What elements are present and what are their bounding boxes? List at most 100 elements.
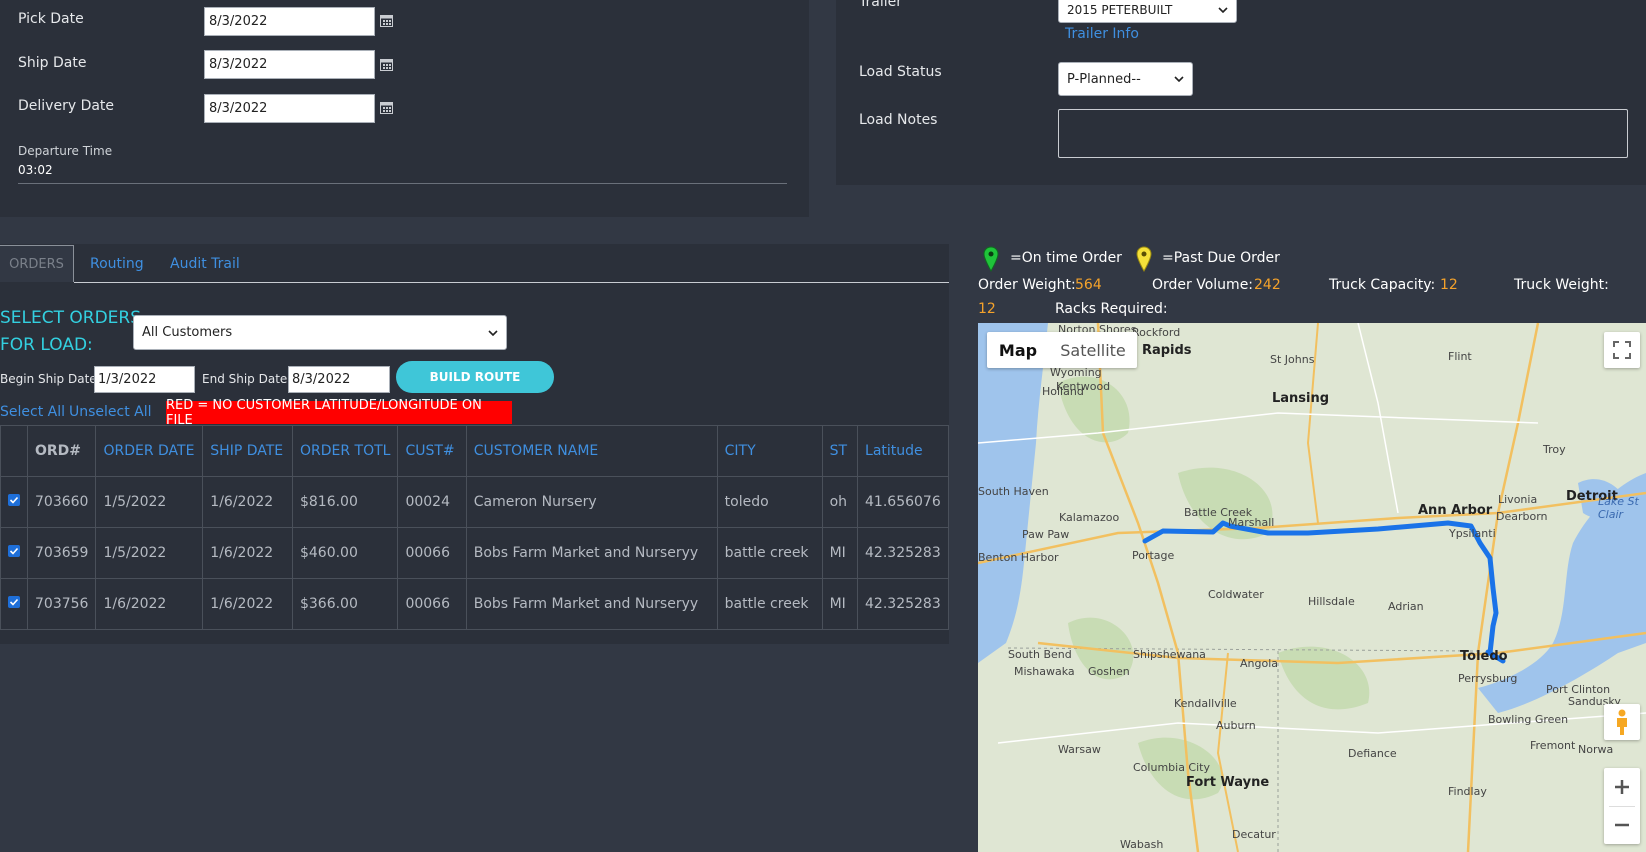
tab-audit-trail[interactable]: Audit Trail bbox=[170, 256, 240, 272]
cell-ord: 703659 bbox=[26, 527, 97, 579]
cell-st: MI bbox=[821, 527, 859, 579]
city-label: Warsaw bbox=[1058, 743, 1101, 756]
city-label: Defiance bbox=[1348, 747, 1397, 760]
city-label: Holland bbox=[1042, 385, 1084, 398]
order-weight-value: 564 bbox=[1075, 277, 1102, 293]
cell-city: battle creek bbox=[716, 527, 823, 579]
route-map[interactable]: Rockford Norton Shores Grand Rapids Wyom… bbox=[978, 323, 1646, 852]
delivery-date-label: Delivery Date bbox=[18, 98, 115, 114]
cell-ship-date: 1/6/2022 bbox=[202, 527, 293, 579]
column-header-order-total[interactable]: ORDER TOTL bbox=[291, 425, 399, 477]
begin-ship-date-input[interactable]: 1/3/2022 bbox=[94, 366, 195, 393]
tab-orders[interactable]: ORDERS bbox=[0, 245, 74, 282]
cell-ord: 703660 bbox=[26, 476, 97, 528]
cell-order-date: 1/6/2022 bbox=[95, 578, 204, 630]
table-row[interactable]: 703756 1/6/2022 1/6/2022 $366.00 00066 B… bbox=[0, 578, 949, 630]
on-time-legend: =On time Order bbox=[1010, 250, 1122, 266]
cell-order-date: 1/5/2022 bbox=[95, 527, 204, 579]
select-column-header bbox=[0, 425, 28, 477]
cell-customer-name: Bobs Farm Market and Nurseryy bbox=[465, 527, 718, 579]
ship-date-input[interactable]: 8/3/2022 bbox=[204, 50, 375, 79]
city-label: Adrian bbox=[1388, 600, 1424, 613]
column-header-st[interactable]: ST bbox=[821, 425, 859, 477]
city-label: Flint bbox=[1448, 350, 1472, 363]
calendar-icon[interactable] bbox=[380, 58, 393, 71]
departure-time-underline bbox=[18, 183, 787, 184]
unselect-all-link[interactable]: Unselect All bbox=[69, 404, 152, 420]
satellite-view-button[interactable]: Satellite bbox=[1049, 332, 1137, 368]
fullscreen-icon bbox=[1613, 341, 1631, 359]
map-type-toggle: Map Satellite bbox=[987, 332, 1137, 368]
city-label: Paw Paw bbox=[1022, 528, 1070, 541]
city-label: Lansing bbox=[1272, 391, 1330, 406]
city-label: Fort Wayne bbox=[1186, 775, 1270, 790]
load-status-label: Load Status bbox=[859, 64, 942, 80]
cell-cust: 00066 bbox=[397, 527, 467, 579]
city-label: Livonia bbox=[1498, 493, 1538, 506]
departure-time-label: Departure Time bbox=[18, 144, 113, 158]
map-view-button[interactable]: Map bbox=[987, 332, 1049, 368]
build-route-button[interactable]: BUILD ROUTE bbox=[396, 361, 554, 393]
load-status-select[interactable]: P-Planned-- bbox=[1058, 62, 1193, 96]
calendar-icon[interactable] bbox=[380, 14, 393, 27]
city-label: Fremont bbox=[1530, 739, 1576, 752]
city-label: Angola bbox=[1240, 657, 1279, 670]
cell-city: battle creek bbox=[716, 578, 823, 630]
column-header-city[interactable]: CITY bbox=[716, 425, 823, 477]
city-label: Rockford bbox=[1132, 326, 1181, 339]
column-header-order-date[interactable]: ORDER DATE bbox=[95, 425, 204, 477]
city-label: Bowling Green bbox=[1488, 713, 1569, 726]
cell-order-date: 1/5/2022 bbox=[95, 476, 204, 528]
customer-filter-select[interactable]: All Customers bbox=[133, 315, 507, 350]
calendar-icon[interactable] bbox=[380, 101, 393, 114]
order-volume-label: Order Volume: bbox=[1152, 277, 1254, 293]
select-all-link[interactable]: Select All bbox=[0, 404, 65, 420]
street-view-button[interactable] bbox=[1604, 704, 1640, 740]
yellow-pin-icon bbox=[1136, 246, 1152, 272]
table-row[interactable]: 703660 1/5/2022 1/6/2022 $816.00 00024 C… bbox=[0, 476, 949, 528]
zoom-out-button[interactable] bbox=[1614, 807, 1630, 844]
column-header-ord[interactable]: ORD# bbox=[26, 425, 97, 477]
plus-icon bbox=[1615, 780, 1629, 794]
tab-routing[interactable]: Routing bbox=[90, 256, 144, 272]
column-header-cust[interactable]: CUST# bbox=[397, 425, 467, 477]
fullscreen-button[interactable] bbox=[1604, 332, 1640, 368]
departure-time-input[interactable]: 03:02 bbox=[18, 163, 53, 177]
cell-cust: 00024 bbox=[397, 476, 467, 528]
cell-order-total: $816.00 bbox=[291, 476, 399, 528]
column-header-customer-name[interactable]: CUSTOMER NAME bbox=[465, 425, 718, 477]
city-label: Kalamazoo bbox=[1059, 511, 1120, 524]
row-select-checkbox[interactable] bbox=[0, 527, 28, 579]
pegman-icon bbox=[1617, 709, 1627, 735]
order-weight-label: Order Weight: bbox=[978, 277, 1076, 293]
pick-date-input[interactable]: 8/3/2022 bbox=[204, 7, 375, 36]
city-label: Perrysburg bbox=[1458, 672, 1518, 685]
table-header-row: ORD# ORDER DATE SHIP DATE ORDER TOTL CUS… bbox=[0, 425, 949, 477]
cell-order-total: $460.00 bbox=[291, 527, 399, 579]
delivery-date-input[interactable]: 8/3/2022 bbox=[204, 94, 375, 123]
zoom-in-button[interactable] bbox=[1614, 769, 1630, 806]
city-label: Auburn bbox=[1216, 719, 1256, 732]
row-select-checkbox[interactable] bbox=[0, 476, 28, 528]
trailer-select-value: 2015 PETERBUILT bbox=[1067, 2, 1173, 17]
trailer-info-link[interactable]: Trailer Info bbox=[1065, 26, 1139, 42]
end-ship-date-input[interactable]: 8/3/2022 bbox=[288, 366, 390, 393]
city-label: Findlay bbox=[1448, 785, 1487, 798]
city-label: Columbia City bbox=[1133, 761, 1210, 774]
column-header-ship-date[interactable]: SHIP DATE bbox=[202, 425, 293, 477]
table-row[interactable]: 703659 1/5/2022 1/6/2022 $460.00 00066 B… bbox=[0, 527, 949, 579]
missing-latlong-warning: RED = NO CUSTOMER LATITUDE/LONGITUDE ON … bbox=[166, 398, 512, 428]
city-label: Coldwater bbox=[1208, 588, 1264, 601]
city-label: Marshall bbox=[1228, 516, 1275, 529]
city-label: Lake St Clair bbox=[1598, 495, 1639, 521]
row-select-checkbox[interactable] bbox=[0, 578, 28, 630]
order-volume-value: 242 bbox=[1254, 277, 1281, 293]
load-notes-textarea[interactable] bbox=[1058, 109, 1628, 158]
trailer-select[interactable]: 2015 PETERBUILT bbox=[1058, 0, 1237, 23]
select-orders-title-line2: FOR LOAD: bbox=[0, 335, 93, 355]
city-label: South Haven bbox=[978, 485, 1049, 498]
pick-date-label: Pick Date bbox=[18, 11, 84, 27]
end-ship-date-label: End Ship Date: bbox=[202, 372, 292, 386]
column-header-latitude[interactable]: Latitude bbox=[857, 425, 949, 477]
route-line bbox=[1142, 520, 1506, 664]
